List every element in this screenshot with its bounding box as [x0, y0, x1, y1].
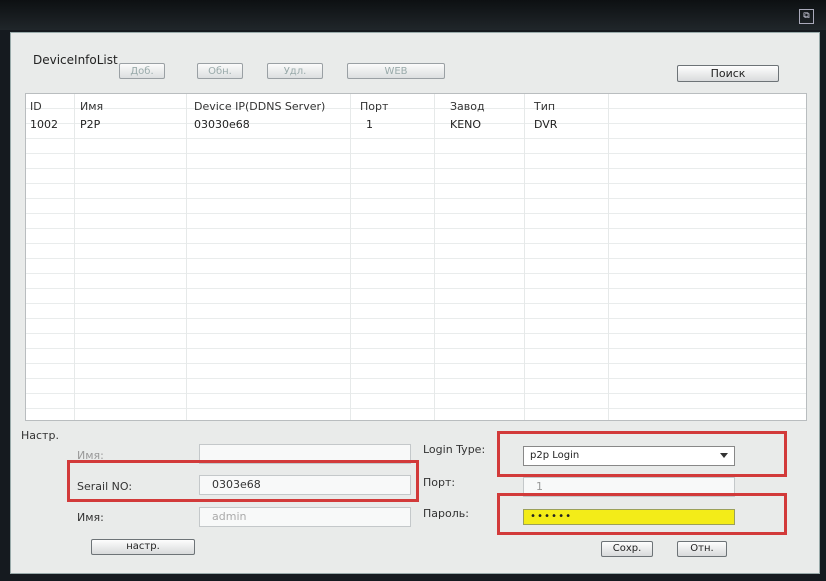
device-list-title: DeviceInfoList: [33, 53, 118, 67]
password-label: Пароль:: [423, 507, 469, 520]
cell-id: 1002: [30, 118, 58, 131]
serial-highlight-box: [67, 460, 419, 502]
cell-type: DVR: [534, 118, 558, 131]
cell-name: P2P: [80, 118, 101, 131]
port-label: Порт:: [423, 476, 456, 489]
user-label: Имя:: [77, 511, 104, 524]
col-header-factory[interactable]: Завод: [450, 100, 485, 113]
search-button[interactable]: Поиск: [677, 65, 779, 82]
username-input[interactable]: admin: [199, 507, 411, 527]
cell-ip: 03030e68: [194, 118, 250, 131]
web-button[interactable]: WEB: [347, 63, 445, 79]
window-restore-icon[interactable]: ⧉: [799, 9, 814, 24]
col-header-type[interactable]: Тип: [534, 100, 555, 113]
save-button[interactable]: Сохр.: [601, 541, 653, 557]
cell-factory: KENO: [450, 118, 482, 131]
delete-button[interactable]: Удл.: [267, 63, 323, 79]
login-type-highlight-box: [497, 431, 787, 477]
login-type-label: Login Type:: [423, 443, 486, 456]
cancel-button[interactable]: Отн.: [677, 541, 727, 557]
top-bar: ⧉: [0, 0, 826, 30]
col-header-name[interactable]: Имя: [80, 100, 103, 113]
col-header-ip[interactable]: Device IP(DDNS Server): [194, 100, 325, 113]
setup-button[interactable]: настр.: [91, 539, 195, 555]
settings-section-label: Настр.: [21, 429, 59, 442]
col-header-id[interactable]: ID: [30, 100, 42, 113]
add-button[interactable]: Доб.: [119, 63, 165, 79]
refresh-button[interactable]: Обн.: [197, 63, 243, 79]
device-window: DeviceInfoList Доб. Обн. Удл. WEB Поиск …: [10, 32, 820, 574]
cell-port: 1: [366, 118, 373, 131]
device-table: ID Имя Device IP(DDNS Server) Порт Завод…: [25, 93, 807, 421]
col-header-port[interactable]: Порт: [360, 100, 388, 113]
password-highlight-box: [497, 493, 787, 535]
